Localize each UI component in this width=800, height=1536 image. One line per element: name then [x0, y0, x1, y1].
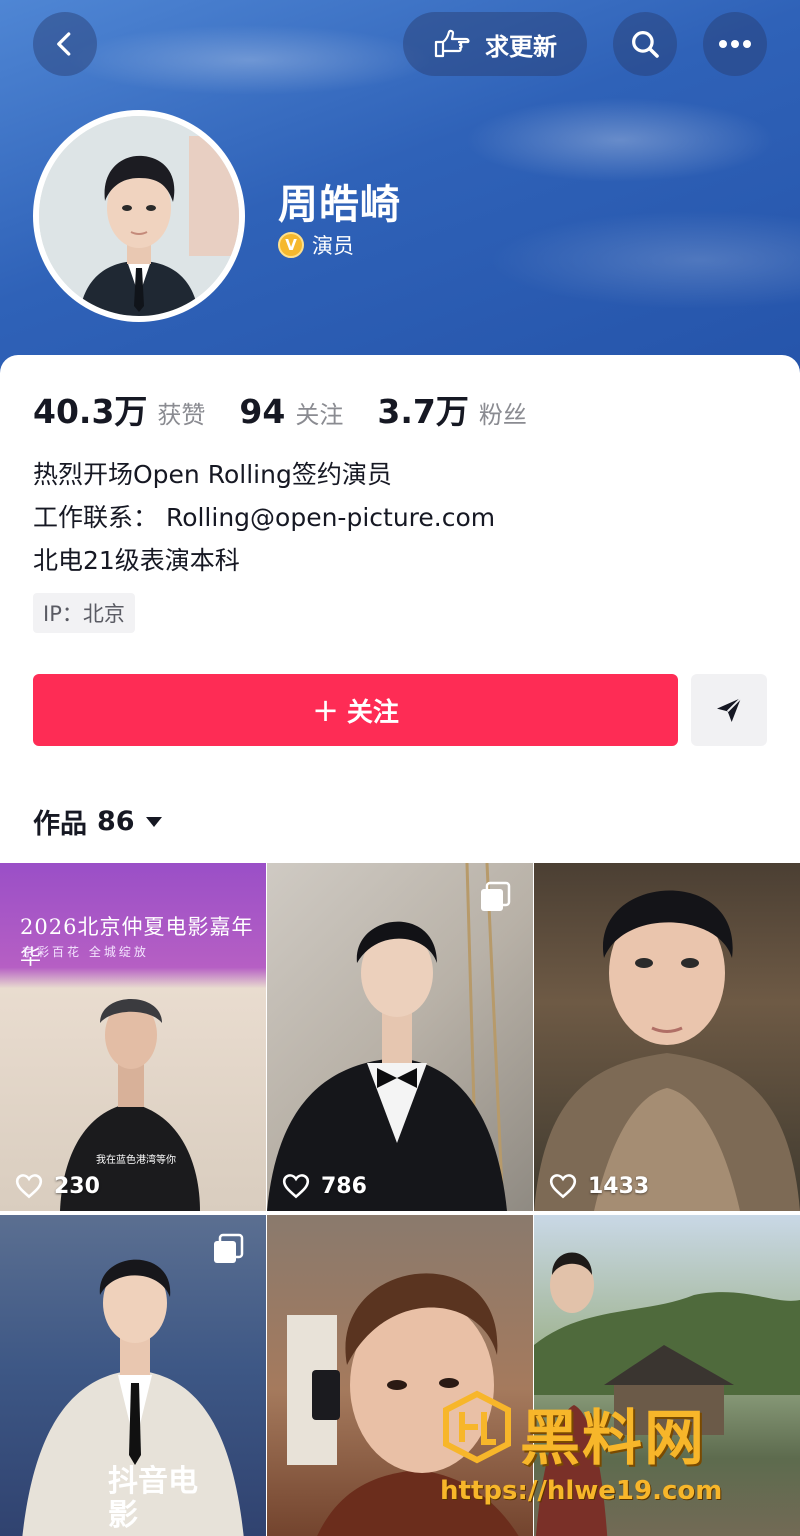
- chevron-left-icon: [57, 32, 71, 56]
- multi-image-icon: [481, 881, 511, 911]
- like-count: 230: [14, 1173, 100, 1199]
- pointing-hand-icon: [434, 29, 470, 58]
- watermark-title: 黑料网: [520, 1404, 706, 1474]
- more-dots-icon: [719, 40, 751, 48]
- site-watermark: 黑料网 https://hlwe19.com: [440, 1390, 780, 1510]
- like-count: 1433: [548, 1173, 649, 1199]
- request-update-button[interactable]: 求更新: [403, 12, 587, 76]
- verification-row: V 演员: [278, 230, 354, 260]
- verified-badge-icon: V: [278, 232, 304, 258]
- avatar[interactable]: [33, 110, 245, 322]
- like-count-value: 230: [54, 1173, 100, 1199]
- profile-name: 周皓崎: [278, 182, 401, 228]
- like-count: 786: [281, 1173, 367, 1199]
- stat-following-label: 关注: [295, 401, 344, 429]
- video-tile[interactable]: 2026北京仲夏电影嘉年华 京彩百花 全城绽放 我在蓝色港湾等你 230: [0, 863, 266, 1211]
- works-tab[interactable]: 作品 86: [33, 802, 163, 841]
- video-thumbnail-person: [534, 890, 800, 1211]
- like-count-value: 786: [321, 1173, 367, 1199]
- verification-label: 演员: [312, 234, 354, 258]
- stat-following-value: 94: [239, 392, 286, 431]
- video-tile[interactable]: 抖音电影: [0, 1215, 266, 1536]
- ip-location-tag: IP：北京: [33, 593, 135, 633]
- more-options-button[interactable]: [703, 12, 767, 76]
- bio-line-education: 北电21级表演本科: [33, 546, 240, 575]
- video-tile[interactable]: 1433: [534, 863, 800, 1211]
- watermark-url: https://hlwe19.com: [440, 1476, 723, 1506]
- works-tab-count: 86: [97, 806, 135, 837]
- bio: 热烈开场Open Rolling签约演员 工作联系： Rolling@open-…: [33, 453, 495, 582]
- multi-image-icon: [214, 1233, 244, 1263]
- stat-likes-value: 40.3万: [33, 392, 148, 431]
- send-message-button[interactable]: [691, 674, 767, 746]
- works-tab-label: 作品: [33, 809, 87, 840]
- search-button[interactable]: [613, 12, 677, 76]
- follow-button[interactable]: + 关注: [33, 674, 678, 746]
- stat-following[interactable]: 94 关注: [239, 392, 343, 431]
- video-overlay-text: 抖音电影: [108, 1464, 198, 1533]
- request-update-label: 求更新: [485, 32, 557, 61]
- search-icon: [632, 31, 659, 58]
- bio-line-contact[interactable]: 工作联系： Rolling@open-picture.com: [33, 496, 495, 539]
- paper-plane-icon: [717, 697, 742, 722]
- stat-followers-value: 3.7万: [377, 392, 469, 431]
- avatar-portrait: [39, 116, 239, 316]
- watermark-logo-icon: [443, 1390, 511, 1464]
- follow-label: 关注: [346, 697, 399, 728]
- stat-followers[interactable]: 3.7万 粉丝: [377, 385, 526, 433]
- stat-likes: 40.3万 获赞: [33, 385, 205, 433]
- caret-down-icon: [145, 816, 162, 827]
- stats-row: 40.3万 获赞 94 关注 3.7万 粉丝: [33, 385, 561, 433]
- video-thumbnail-person: [267, 863, 507, 1211]
- video-caption: 我在蓝色港湾等你: [96, 1155, 176, 1166]
- heart-icon: [549, 1174, 577, 1199]
- profile-header-banner: 求更新 周皓崎 V 演员: [0, 0, 800, 380]
- bio-line-agency: 热烈开场Open Rolling签约演员: [33, 460, 392, 489]
- video-tile[interactable]: 786: [267, 863, 533, 1211]
- stat-likes-label: 获赞: [157, 401, 206, 429]
- heart-icon: [282, 1174, 310, 1199]
- heart-icon: [15, 1174, 43, 1199]
- stat-followers-label: 粉丝: [478, 401, 527, 429]
- like-count-value: 1433: [588, 1173, 650, 1199]
- back-button[interactable]: [33, 12, 97, 76]
- plus-icon: +: [312, 691, 339, 729]
